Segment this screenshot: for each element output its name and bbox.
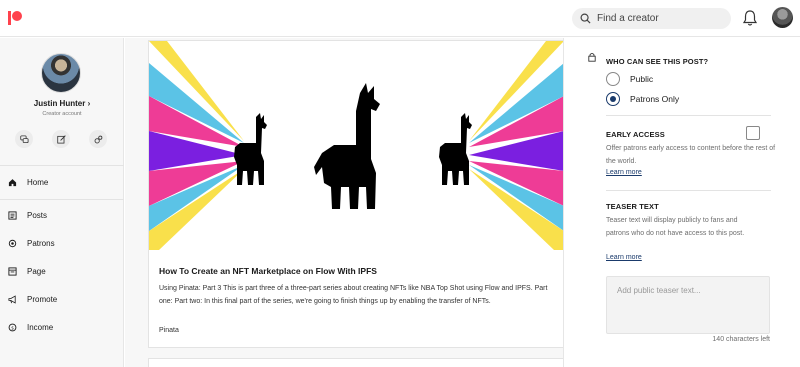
section-divider bbox=[606, 190, 771, 191]
messages-button[interactable] bbox=[15, 130, 33, 148]
top-bar bbox=[0, 0, 800, 37]
teaser-description: Teaser text will display publicly to fan… bbox=[606, 217, 745, 237]
post-author: Pinata bbox=[159, 327, 179, 334]
post-body: Using Pinata: Part 3 This is part three … bbox=[159, 285, 548, 305]
bell-icon[interactable] bbox=[742, 9, 758, 27]
sidebar-item-page[interactable]: Page bbox=[0, 260, 124, 282]
patrons-icon bbox=[8, 239, 17, 247]
nft-llama-illustration bbox=[149, 41, 564, 250]
llama-right-silhouette bbox=[439, 113, 472, 185]
user-avatar[interactable] bbox=[772, 7, 793, 28]
posts-icon bbox=[8, 210, 17, 220]
post-image bbox=[149, 41, 564, 250]
profile-subtitle: Creator account bbox=[42, 111, 82, 117]
sidebar-item-label: Posts bbox=[27, 210, 48, 220]
income-icon: $ bbox=[8, 323, 17, 331]
main-content: How To Create an NFT Marketplace on Flow… bbox=[125, 38, 565, 367]
sidebar-item-label: Patrons bbox=[27, 238, 55, 248]
sidebar-item-label: Income bbox=[27, 322, 54, 332]
teaser-character-counter: 140 characters left bbox=[712, 336, 770, 343]
lock-icon bbox=[588, 52, 596, 62]
teaser-text-input[interactable] bbox=[606, 276, 770, 334]
post-title[interactable]: How To Create an NFT Marketplace on Flow… bbox=[159, 266, 377, 276]
promote-icon bbox=[8, 294, 16, 304]
sidebar-item-posts[interactable]: Posts bbox=[0, 204, 124, 226]
radio-public-label[interactable]: Public bbox=[630, 74, 653, 84]
sidebar: Justin Hunter › Creator account Home Pos… bbox=[0, 38, 124, 367]
profile-avatar[interactable] bbox=[41, 53, 81, 93]
chat-icon bbox=[19, 134, 29, 143]
sidebar-item-label: Page bbox=[27, 266, 46, 276]
early-access-description: Offer patrons early access to content be… bbox=[606, 145, 776, 165]
early-access-checkbox[interactable] bbox=[746, 126, 760, 140]
early-access-title: EARLY ACCESS bbox=[606, 130, 665, 139]
visibility-title: WHO CAN SEE THIS POST? bbox=[606, 57, 709, 66]
profile-name-link[interactable]: Justin Hunter › bbox=[0, 99, 124, 108]
search-icon bbox=[580, 13, 591, 24]
search-box[interactable] bbox=[572, 8, 731, 29]
teaser-title: TEASER TEXT bbox=[606, 202, 659, 211]
early-access-learn-more-link[interactable]: Learn more bbox=[606, 169, 642, 176]
llama-center-silhouette bbox=[314, 83, 380, 209]
teaser-learn-more-link[interactable]: Learn more bbox=[606, 254, 642, 261]
section-divider bbox=[606, 115, 771, 116]
sidebar-item-label: Home bbox=[27, 177, 49, 187]
sidebar-item-home[interactable]: Home bbox=[0, 171, 124, 193]
settings-icon bbox=[94, 135, 102, 143]
sidebar-divider bbox=[0, 199, 124, 200]
radio-public[interactable] bbox=[606, 72, 620, 86]
post-settings-panel: WHO CAN SEE THIS POST? Public Patrons On… bbox=[563, 38, 800, 367]
radio-patrons-only-label[interactable]: Patrons Only bbox=[630, 94, 679, 104]
post-card[interactable]: How To Create an NFT Marketplace on Flow… bbox=[148, 40, 565, 348]
sidebar-divider bbox=[0, 165, 124, 166]
edit-icon bbox=[56, 134, 66, 144]
page-icon bbox=[8, 266, 17, 276]
sidebar-item-patrons[interactable]: Patrons bbox=[0, 232, 124, 254]
patreon-logo-icon[interactable] bbox=[8, 11, 22, 25]
radio-patrons-only[interactable] bbox=[606, 92, 620, 106]
home-icon bbox=[8, 178, 17, 186]
sidebar-item-income[interactable]: $ Income bbox=[0, 316, 124, 338]
settings-button[interactable] bbox=[89, 130, 107, 148]
llama-left-silhouette bbox=[234, 113, 267, 185]
chevron-right-icon: › bbox=[87, 99, 91, 108]
search-input[interactable] bbox=[597, 13, 717, 24]
post-card-next bbox=[148, 358, 565, 367]
sidebar-item-promote[interactable]: Promote bbox=[0, 288, 124, 310]
edit-page-button[interactable] bbox=[52, 130, 70, 148]
svg-text:$: $ bbox=[11, 325, 14, 331]
sidebar-item-label: Promote bbox=[27, 294, 58, 304]
profile-name: Justin Hunter bbox=[33, 99, 86, 108]
